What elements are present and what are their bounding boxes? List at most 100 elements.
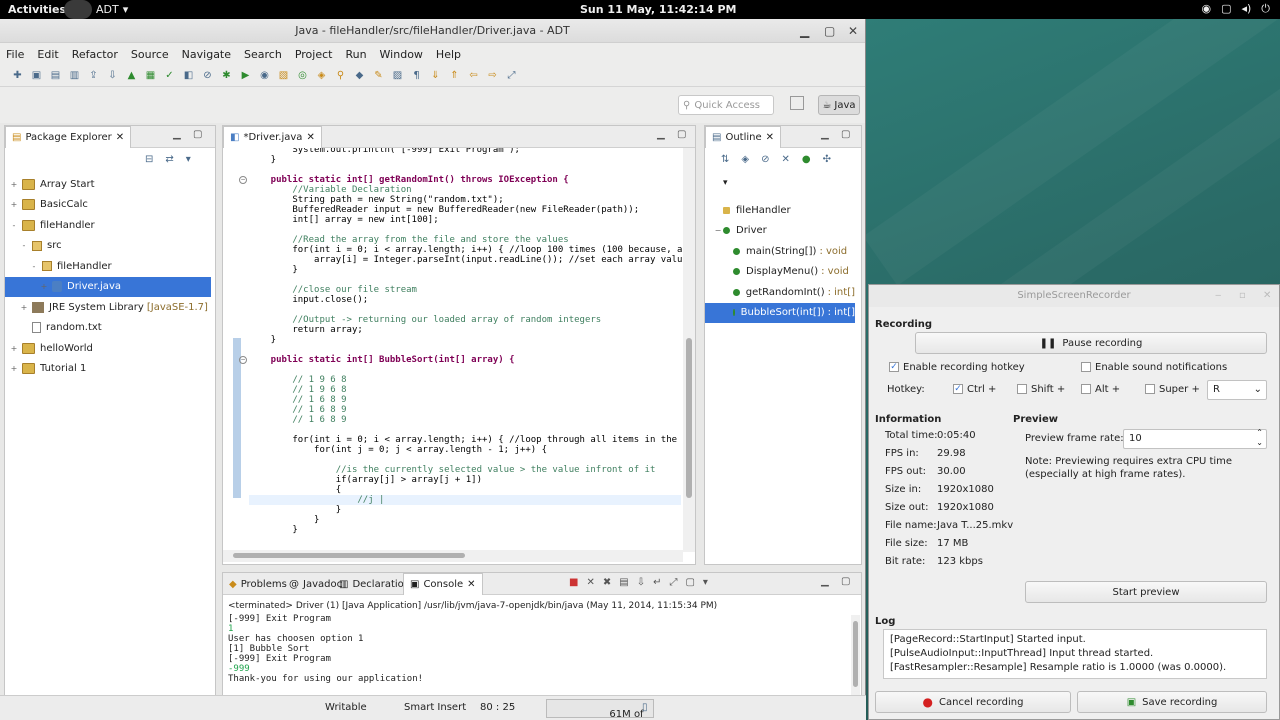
code-area[interactable]: System.out.println("[-999] Exit Program"…	[223, 148, 683, 548]
menu-window[interactable]: Window	[380, 48, 423, 61]
clear-console-icon[interactable]: ▤	[619, 577, 628, 588]
quick-access-field[interactable]: ⚲ Quick Access	[678, 95, 774, 115]
scroll-lock-icon[interactable]: ⇩	[637, 577, 645, 588]
outline-item[interactable]: DisplayMenu(): void	[705, 262, 855, 282]
minimize-icon[interactable]: ‒	[1215, 285, 1221, 307]
cancel-recording-button[interactable]: ● Cancel recording	[875, 691, 1071, 713]
outline-item[interactable]: − Driver	[705, 221, 855, 241]
word-wrap-icon[interactable]: ↵	[653, 577, 661, 588]
package-tree-item[interactable]: + Driver.java	[5, 276, 211, 297]
activities-button[interactable]: Activities	[8, 3, 66, 16]
menu-file[interactable]: File	[6, 48, 24, 61]
search-icon[interactable]: ⚲	[331, 68, 350, 84]
avd-manager-icon[interactable]: ▦	[141, 68, 160, 84]
block-selection-icon[interactable]: ▨	[388, 68, 407, 84]
print-icon[interactable]: ▥	[65, 68, 84, 84]
maximize-icon[interactable]: ▫	[1239, 285, 1246, 307]
sort-icon[interactable]: ⇅	[721, 154, 729, 165]
download-icon[interactable]: ⇩	[103, 68, 122, 84]
open-type-icon[interactable]: ◈	[312, 68, 331, 84]
close-icon[interactable]: ✕	[306, 132, 314, 143]
menu-run[interactable]: Run	[345, 48, 366, 61]
display-icon[interactable]: ▢	[1221, 2, 1231, 16]
expand-icon[interactable]: +	[9, 180, 19, 189]
close-icon[interactable]: ✕	[848, 19, 858, 43]
hide-local-types-icon[interactable]: ●	[802, 154, 811, 165]
pin-editor-icon[interactable]: ⤢	[502, 68, 521, 84]
lint-icon[interactable]: ✓	[160, 68, 179, 84]
hide-static-icon[interactable]: ⊘	[761, 154, 769, 165]
pin-console-icon[interactable]: ⤢	[669, 577, 677, 588]
menu-refactor[interactable]: Refactor	[72, 48, 118, 61]
expand-icon[interactable]: +	[39, 282, 49, 291]
menu-navigate[interactable]: Navigate	[182, 48, 231, 61]
app-menu[interactable]: ADT ▾	[64, 0, 128, 19]
minimize-icon[interactable]: ▁	[800, 19, 809, 43]
whitespace-icon[interactable]: ¶	[407, 68, 426, 84]
minimize-view-icon[interactable]: ▁	[821, 576, 829, 587]
debug-icon[interactable]: ✱	[217, 68, 236, 84]
outline-item[interactable]: main(String[]): void	[705, 241, 855, 261]
save-recording-button[interactable]: ▣ Save recording	[1077, 691, 1267, 713]
new-java-project-icon[interactable]: ▧	[274, 68, 293, 84]
display-console-icon[interactable]: ▢	[685, 577, 694, 588]
collapse-icon[interactable]: -	[19, 241, 29, 250]
sdk-manager-icon[interactable]: ▲	[122, 68, 141, 84]
view-menu-icon[interactable]: ▾	[186, 154, 191, 165]
toggle-mark-icon[interactable]: ◆	[350, 68, 369, 84]
garbage-collect-icon[interactable]: ▯	[642, 702, 648, 713]
run-icon[interactable]: ▶	[236, 68, 255, 84]
maximize-view-icon[interactable]: ▢	[841, 129, 850, 140]
back-icon[interactable]: ⇦	[464, 68, 483, 84]
collapse-icon[interactable]: -	[29, 262, 39, 271]
console-vertical-scrollbar[interactable]	[851, 615, 860, 695]
window-titlebar[interactable]: Java - fileHandler/src/fileHandler/Drive…	[0, 19, 865, 43]
outline-item[interactable]: getRandomInt(): int[]	[705, 282, 855, 302]
minimize-view-icon[interactable]: ▁	[657, 129, 665, 140]
new-android-icon[interactable]: ◧	[179, 68, 198, 84]
open-perspective-icon[interactable]	[790, 96, 804, 110]
package-tree-item[interactable]: random.txt	[5, 318, 211, 338]
package-tree-item[interactable]: + helloWorld	[5, 338, 211, 358]
shift-checkbox[interactable]	[1017, 384, 1027, 394]
fold-toggle-icon[interactable]: −	[239, 356, 247, 364]
hide-fields-icon[interactable]: ◈	[741, 154, 749, 165]
start-preview-button[interactable]: Start preview	[1025, 581, 1267, 603]
ctrl-checkbox[interactable]: ✓	[953, 384, 963, 394]
open-console-icon[interactable]: ▾	[703, 577, 708, 588]
maximize-view-icon[interactable]: ▢	[193, 129, 202, 140]
ssr-titlebar[interactable]: SimpleScreenRecorder ‒ ▫ ✕	[869, 285, 1279, 307]
save-icon[interactable]: ▣	[27, 68, 46, 84]
enable-hotkey-checkbox[interactable]: ✓	[889, 362, 899, 372]
close-icon[interactable]: ✕	[1263, 285, 1271, 307]
power-icon[interactable]: ⏻	[1261, 2, 1270, 16]
close-icon[interactable]: ✕	[116, 132, 124, 143]
new-icon[interactable]: ✚	[8, 68, 27, 84]
maximize-icon[interactable]: ▢	[824, 19, 835, 43]
package-tree-item[interactable]: - fileHandler	[5, 256, 211, 276]
link-editor-icon[interactable]: ⇄	[165, 154, 173, 165]
editor-vertical-scrollbar[interactable]	[683, 148, 695, 552]
expand-icon[interactable]: +	[19, 303, 29, 312]
maximize-view-icon[interactable]: ▢	[677, 129, 686, 140]
tab-console[interactable]: ▣ Console ✕	[403, 573, 483, 595]
clock[interactable]: Sun 11 May, 11:42:14 PM	[580, 3, 736, 16]
remove-all-icon[interactable]: ✖	[603, 577, 611, 588]
focus-icon[interactable]: ✣	[823, 154, 831, 165]
accessibility-icon[interactable]: ◉	[1201, 2, 1211, 16]
next-annotation-icon[interactable]: ⇓	[426, 68, 445, 84]
heap-status[interactable]: 61M of 164M	[546, 699, 654, 720]
annotation-icon[interactable]: ✎	[369, 68, 388, 84]
fold-toggle-icon[interactable]: −	[239, 176, 247, 184]
enable-sound-checkbox[interactable]	[1081, 362, 1091, 372]
hotkey-key-select[interactable]: R ⌄	[1207, 380, 1267, 400]
collapse-icon[interactable]: -	[9, 221, 19, 230]
view-menu-icon[interactable]: ▾	[723, 178, 728, 188]
minimize-view-icon[interactable]: ▁	[821, 129, 829, 140]
package-tree-item[interactable]: + Tutorial 1	[5, 359, 211, 379]
collapse-all-icon[interactable]: ⊟	[145, 154, 153, 165]
minimize-view-icon[interactable]: ▁	[173, 129, 181, 140]
close-icon[interactable]: ✕	[766, 132, 774, 143]
prev-annotation-icon[interactable]: ⇑	[445, 68, 464, 84]
forward-icon[interactable]: ⇨	[483, 68, 502, 84]
